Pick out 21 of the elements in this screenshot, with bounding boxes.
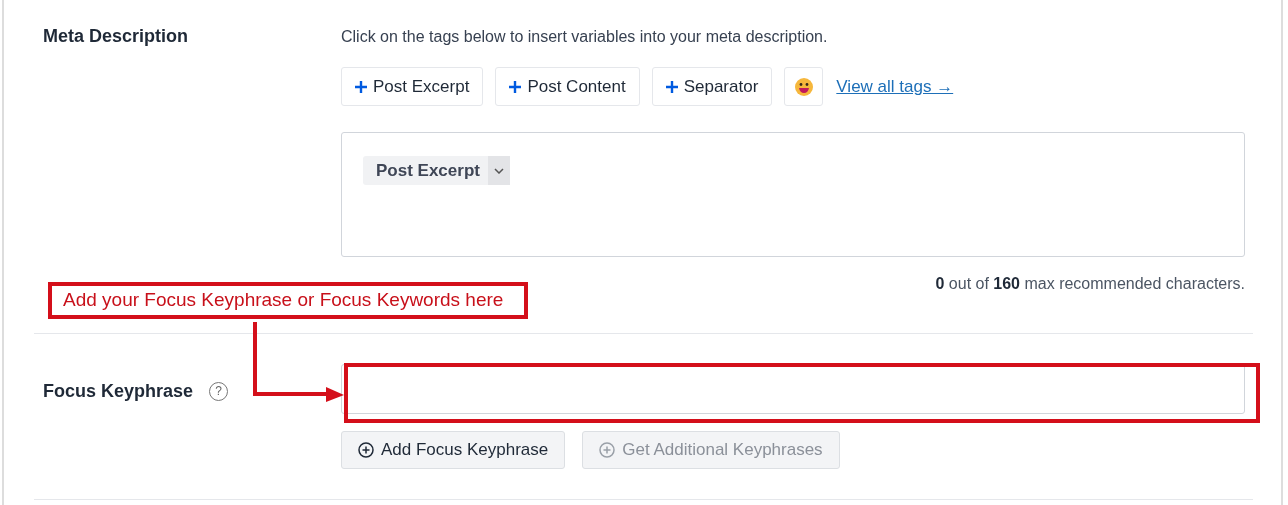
description-editor[interactable]: Post Excerpt [341,132,1245,257]
keyphrase-button[interactable]: Add Focus Keyphrase [341,431,566,469]
annotation-callout: Add your Focus Keyphrase or Focus Keywords here [48,282,529,319]
plus-icon [509,80,522,93]
emoji-button[interactable] [784,67,824,106]
plus-circle-icon [358,442,374,458]
section-label: Meta Description [42,26,190,47]
view-all-tags-link[interactable]: View all tags → [836,76,954,97]
tag-button[interactable]: Post Content [495,67,640,106]
plus-icon [665,80,678,93]
section-label: Focus Keyphrase [43,380,194,402]
tag-button[interactable]: Separator [651,67,773,106]
plus-icon [355,80,367,93]
hint-text: Click on the tags below to insert variables into your meta description. [341,28,829,46]
character-counter: 0 out of 160 max recommended characters. [935,275,1245,293]
caret-icon [493,167,504,174]
smiley-icon [793,76,814,97]
tag-button[interactable]: Post Excerpt [341,67,484,106]
keyphrase-input[interactable] [341,364,1245,414]
plus-circle-icon [599,442,616,458]
chip-dropdown[interactable] [487,156,510,185]
